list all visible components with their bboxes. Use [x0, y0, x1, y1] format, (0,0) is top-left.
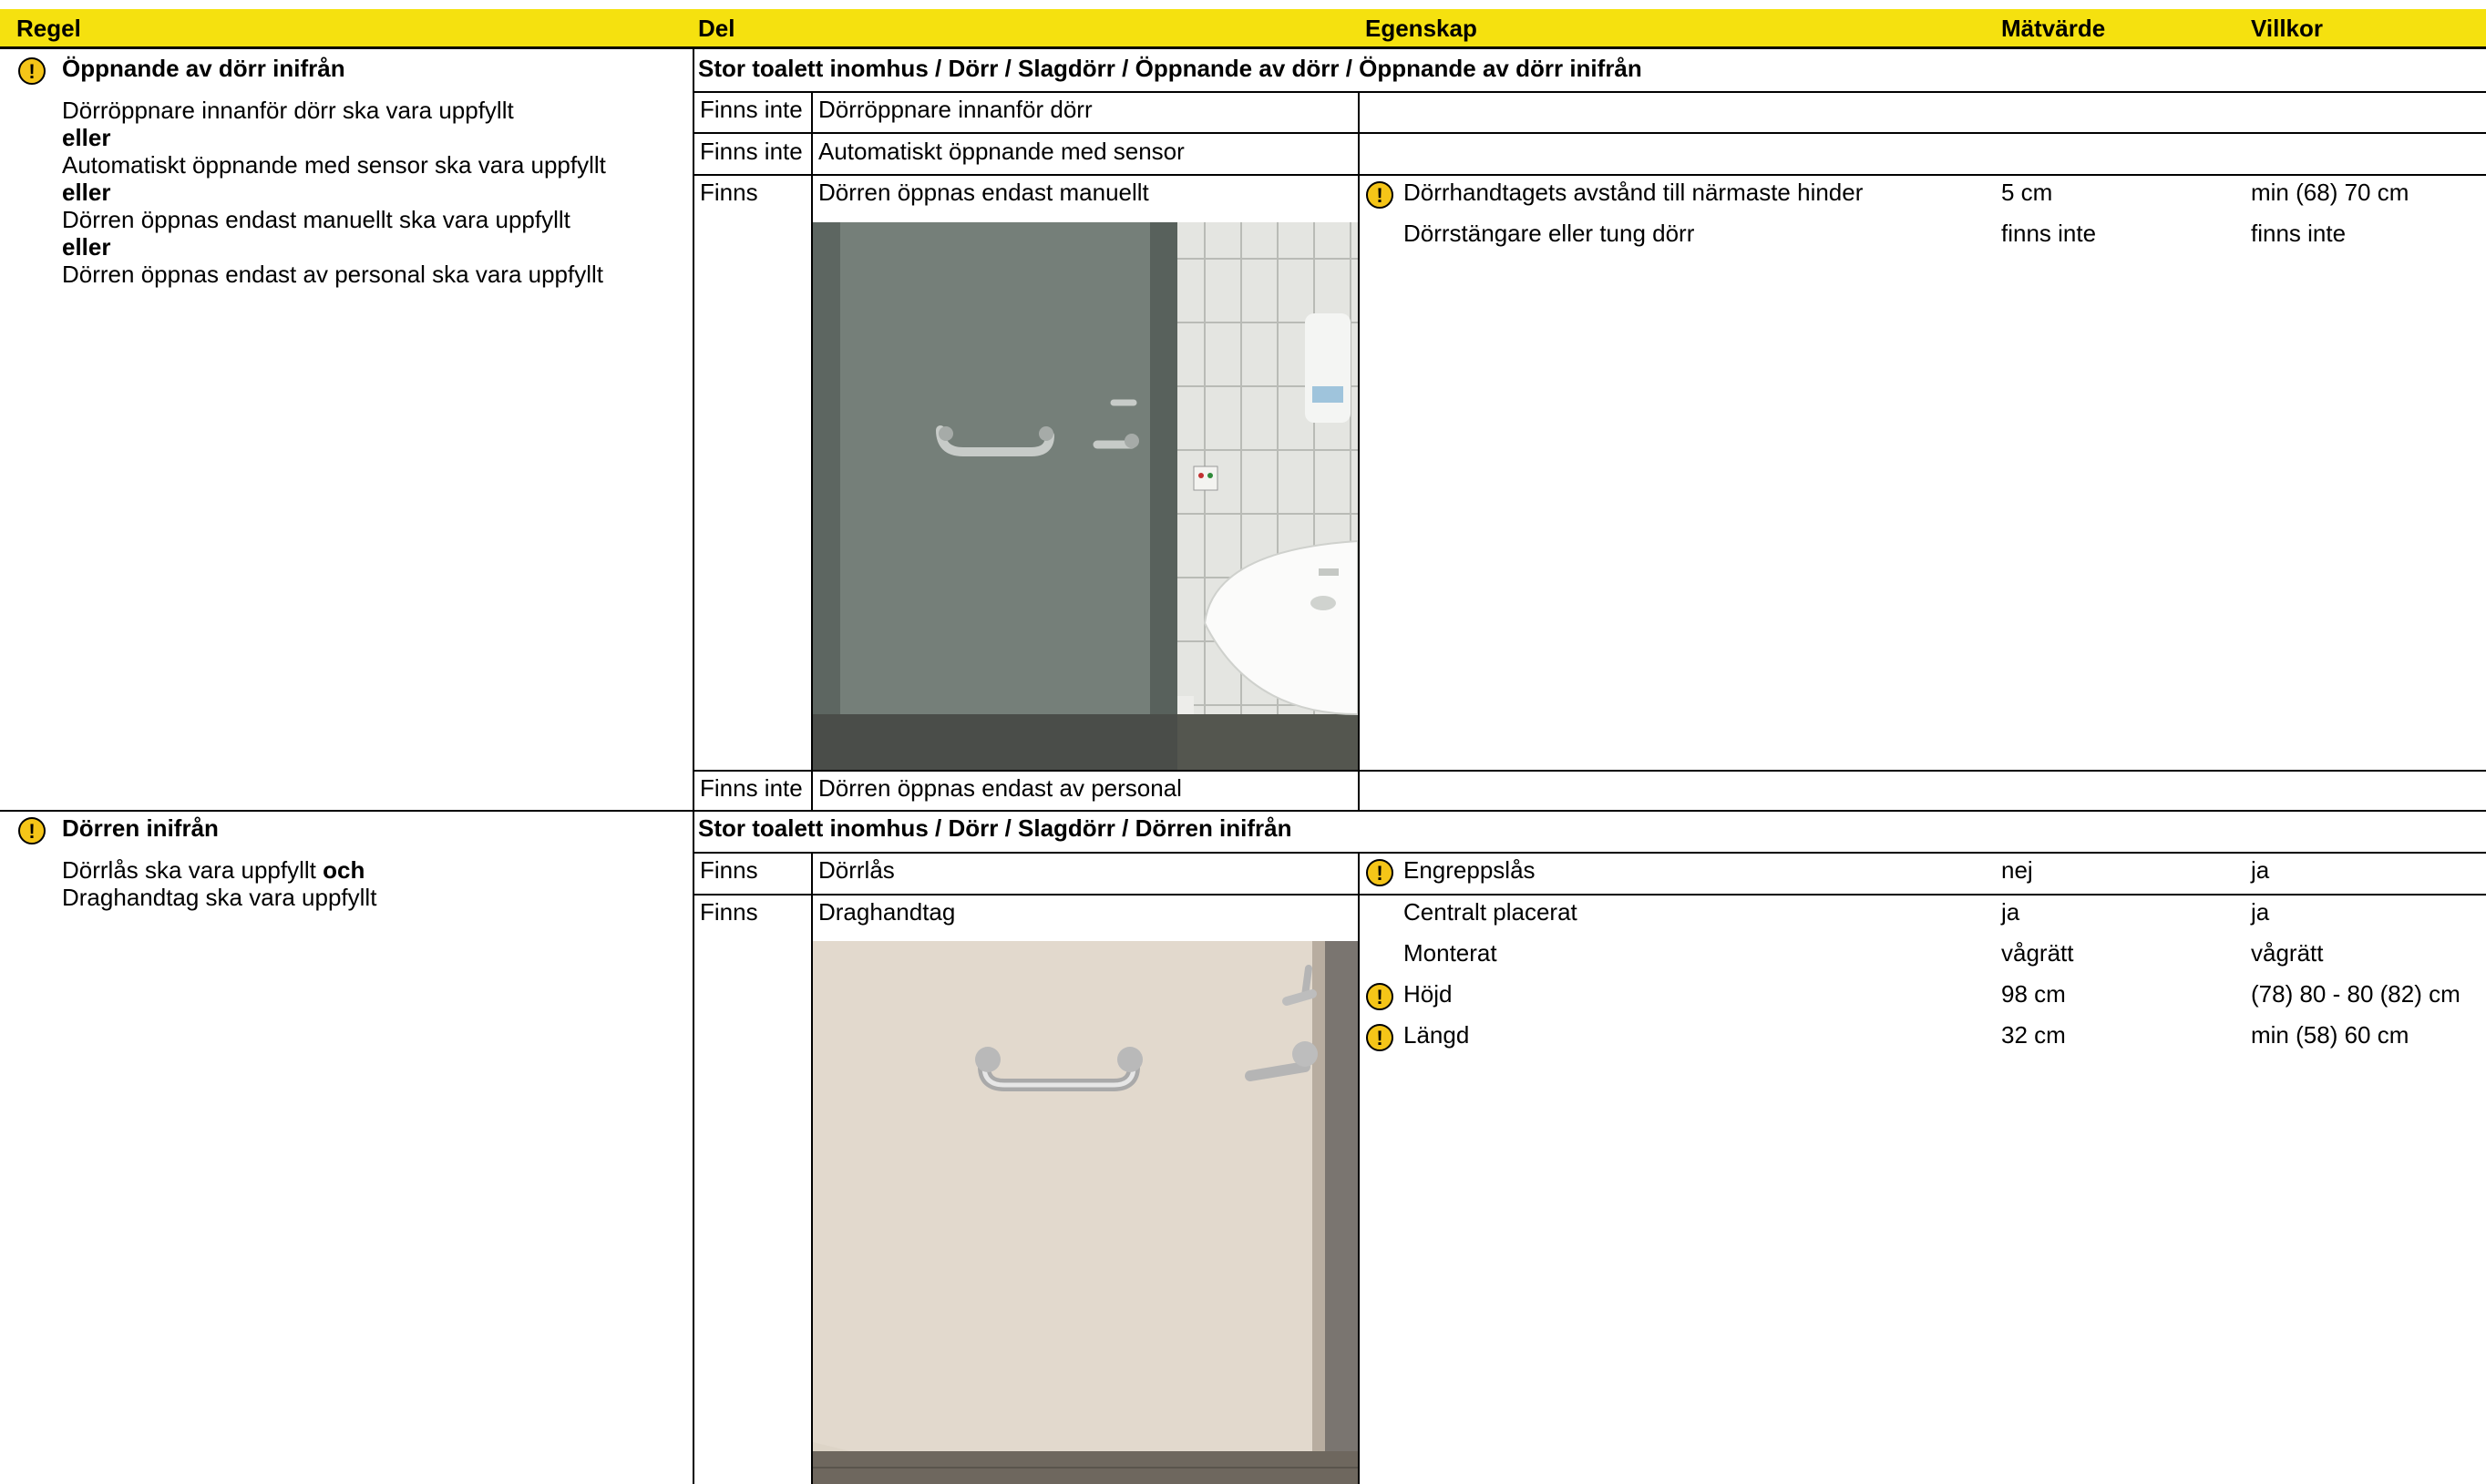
handle-photo — [813, 941, 1358, 1484]
row-divider — [693, 770, 2486, 772]
property-condition: min (58) 60 cm — [2251, 1021, 2409, 1049]
part-status: Finns inte — [700, 96, 803, 123]
row-divider — [693, 174, 2486, 176]
row-divider — [693, 132, 2486, 134]
rule-requirement: Draghandtag ska vara uppfyllt — [62, 884, 377, 911]
rule-requirement: Dörröppnare innanför dörr ska vara uppfy… — [62, 97, 514, 124]
header-regel: Regel — [16, 15, 81, 42]
property-name: Dörrhandtagets avstånd till närmaste hin… — [1403, 179, 1864, 206]
rule-requirement: Automatiskt öppnande med sensor ska vara… — [62, 151, 606, 179]
property-condition: ja — [2251, 898, 2270, 926]
header-matvarde: Mätvärde — [2001, 15, 2106, 42]
rule-requirement: Dörren öppnas endast manuellt ska vara u… — [62, 206, 570, 233]
property-value: vågrätt — [2001, 939, 2074, 967]
rule-requirement: Dörrlås ska vara uppfyllt och — [62, 856, 365, 884]
part-status: Finns — [700, 898, 758, 926]
column-divider — [693, 49, 694, 1484]
property-value: 32 cm — [2001, 1021, 2066, 1049]
property-name: Monterat — [1403, 939, 1497, 967]
part-status: Finns — [700, 856, 758, 884]
property-name: Engreppslås — [1403, 856, 1536, 884]
door-photo — [813, 222, 1358, 771]
header-egenskap: Egenskap — [1365, 15, 1477, 42]
warning-icon: ! — [18, 817, 46, 844]
row-divider — [0, 810, 2486, 812]
warning-icon: ! — [18, 57, 46, 85]
rule-connector: eller — [62, 124, 111, 151]
property-value: 5 cm — [2001, 179, 2053, 206]
property-name: Centralt placerat — [1403, 898, 1577, 926]
table-header: Regel Del Egenskap Mätvärde Villkor — [0, 9, 2486, 49]
property-condition: ja — [2251, 856, 2270, 884]
row-divider — [693, 852, 2486, 854]
part-name: Automatiskt öppnande med sensor — [818, 138, 1185, 165]
column-divider — [1358, 91, 1360, 811]
header-villkor: Villkor — [2251, 15, 2324, 42]
header-del: Del — [698, 15, 735, 42]
part-name: Dörröppnare innanför dörr — [818, 96, 1093, 123]
part-status: Finns inte — [700, 138, 803, 165]
part-name: Draghandtag — [818, 898, 956, 926]
part-status: Finns inte — [700, 774, 803, 802]
warning-icon: ! — [1366, 983, 1393, 1010]
rule-connector: eller — [62, 233, 111, 261]
part-path: Stor toalett inomhus / Dörr / Slagdörr /… — [698, 814, 1292, 842]
property-value: nej — [2001, 856, 2033, 884]
part-path: Stor toalett inomhus / Dörr / Slagdörr /… — [698, 55, 1642, 82]
part-name: Dörrlås — [818, 856, 895, 884]
rule-requirement: Dörren öppnas endast av personal ska var… — [62, 261, 604, 288]
column-divider — [1358, 852, 1360, 1484]
property-condition: vågrätt — [2251, 939, 2324, 967]
warning-icon: ! — [1366, 1024, 1393, 1051]
column-divider — [811, 91, 813, 811]
warning-icon: ! — [1366, 859, 1393, 886]
property-value: 98 cm — [2001, 980, 2066, 1008]
property-condition: finns inte — [2251, 220, 2347, 247]
property-name: Höjd — [1403, 980, 1453, 1008]
property-value: ja — [2001, 898, 2020, 926]
row-divider — [693, 91, 2486, 93]
column-divider — [811, 852, 813, 1484]
warning-icon: ! — [1366, 181, 1393, 209]
row-divider — [693, 894, 2486, 896]
part-name: Dörren öppnas endast manuellt — [818, 179, 1149, 206]
rule-connector: eller — [62, 179, 111, 206]
property-condition: (78) 80 - 80 (82) cm — [2251, 980, 2460, 1008]
part-name: Dörren öppnas endast av personal — [818, 774, 1182, 802]
part-status: Finns — [700, 179, 758, 206]
property-name: Längd — [1403, 1021, 1470, 1049]
rule-title: Dörren inifrån — [62, 814, 219, 842]
property-value: finns inte — [2001, 220, 2097, 247]
rule-connector: och — [323, 856, 365, 884]
property-condition: min (68) 70 cm — [2251, 179, 2409, 206]
property-name: Dörrstängare eller tung dörr — [1403, 220, 1695, 247]
rule-title: Öppnande av dörr inifrån — [62, 55, 345, 82]
